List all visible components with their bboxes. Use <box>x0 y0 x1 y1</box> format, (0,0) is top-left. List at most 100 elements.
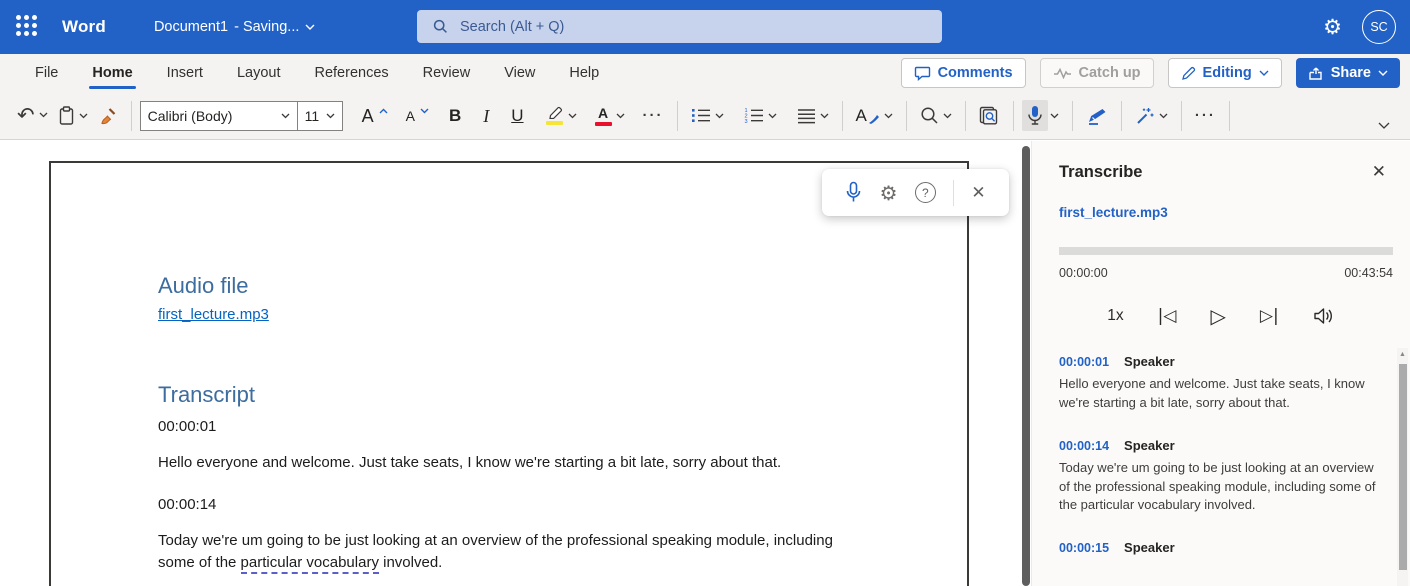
style-brush-icon <box>868 111 880 124</box>
tab-insert[interactable]: Insert <box>150 54 220 92</box>
dictate-dropdown[interactable] <box>1048 108 1064 124</box>
font-name-select[interactable]: Calibri (Body) <box>140 101 298 131</box>
tab-help[interactable]: Help <box>552 54 616 92</box>
underline-button[interactable]: U <box>506 102 528 129</box>
app-launcher-icon[interactable] <box>16 15 40 39</box>
document-canvas: Audio file first_lecture.mp3 Transcript … <box>0 141 1022 586</box>
tab-references[interactable]: References <box>297 54 405 92</box>
magic-wand-icon <box>1135 106 1155 126</box>
document-name: Document1 <box>154 19 228 35</box>
highlighter-icon <box>546 106 564 125</box>
entry-timestamp[interactable]: 00:00:01 <box>1059 355 1109 369</box>
comments-button[interactable]: Comments <box>901 58 1026 88</box>
dictation-help-button[interactable]: ? <box>915 182 936 203</box>
search-bar[interactable] <box>417 10 942 43</box>
settings-gear-icon[interactable]: ⚙ <box>1323 17 1342 38</box>
navigation-search-button[interactable] <box>974 101 1005 131</box>
chevron-down-icon <box>39 112 48 118</box>
chevron-down-icon <box>820 113 829 119</box>
tab-review[interactable]: Review <box>406 54 488 92</box>
tab-home[interactable]: Home <box>75 54 149 92</box>
playback-controls: 1x |◁ ▷ ▷| <box>1032 304 1410 328</box>
dictate-mic-button[interactable] <box>845 181 862 204</box>
doc-paragraph: Hello everyone and welcome. Just take se… <box>158 452 855 474</box>
entry-text: Hello everyone and welcome. Just take se… <box>1059 375 1381 413</box>
chevron-down-icon <box>943 113 952 119</box>
paste-button[interactable] <box>53 101 93 131</box>
dictation-close-icon[interactable]: ✕ <box>971 183 985 203</box>
scrollbar-thumb[interactable] <box>1399 364 1407 570</box>
entry-speaker: Speaker <box>1124 438 1175 453</box>
find-button[interactable] <box>915 101 957 130</box>
bold-button[interactable]: B <box>444 102 466 129</box>
dictation-settings-gear-icon[interactable]: ⚙ <box>880 183 898 203</box>
tab-view[interactable]: View <box>487 54 552 92</box>
document-page[interactable]: Audio file first_lecture.mp3 Transcript … <box>49 161 969 586</box>
chevron-down-icon <box>1050 113 1059 119</box>
playback-speed-button[interactable]: 1x <box>1107 307 1123 325</box>
scrollbar-thumb[interactable] <box>1022 146 1030 586</box>
chevron-down-icon <box>1259 70 1269 76</box>
scroll-up-arrow-icon[interactable]: ▲ <box>1397 348 1408 358</box>
editor-suggestion-underline[interactable]: particular vocabulary <box>241 554 379 574</box>
editing-mode-button[interactable]: Editing <box>1168 58 1282 88</box>
app-header: Word Document1 - Saving... ⚙ SC <box>0 0 1410 54</box>
transcript-entry[interactable]: 00:00:14 Speaker Today we're um going to… <box>1059 438 1366 516</box>
pencil-icon <box>1181 66 1196 81</box>
font-color-button[interactable]: A <box>590 101 630 131</box>
chevron-down-icon <box>1159 113 1168 119</box>
entry-speaker: Speaker <box>1124 540 1175 555</box>
caret-up-icon <box>379 108 388 114</box>
search-input[interactable] <box>460 19 900 35</box>
entry-speaker: Speaker <box>1124 354 1175 369</box>
alignment-button[interactable] <box>792 103 834 129</box>
document-title-menu[interactable]: Document1 - Saving... <box>154 19 315 35</box>
chevron-down-icon <box>1378 70 1388 76</box>
chevron-down-icon <box>768 113 777 119</box>
entry-timestamp[interactable]: 00:00:14 <box>1059 439 1109 453</box>
undo-button[interactable]: ↶ <box>12 101 53 130</box>
tab-layout[interactable]: Layout <box>220 54 298 92</box>
entry-timestamp[interactable]: 00:00:15 <box>1059 541 1109 555</box>
audio-progress-bar[interactable] <box>1059 247 1393 255</box>
share-button[interactable]: Share <box>1296 58 1400 88</box>
grow-font-button[interactable]: A <box>357 102 393 130</box>
volume-icon[interactable] <box>1313 307 1335 325</box>
save-status: - Saving... <box>234 19 299 35</box>
shrink-font-button[interactable]: A <box>401 103 434 128</box>
caret-down-icon <box>420 108 429 114</box>
doc-timestamp: 00:00:14 <box>158 496 877 513</box>
comment-icon <box>914 66 931 81</box>
format-painter-button[interactable] <box>93 101 123 131</box>
panel-audio-file-link[interactable]: first_lecture.mp3 <box>1059 205 1410 220</box>
tab-file[interactable]: File <box>18 54 75 92</box>
more-font-options-button[interactable]: ··· <box>638 102 669 129</box>
collapse-ribbon-button[interactable] <box>1370 118 1398 133</box>
italic-button[interactable]: I <box>478 102 494 130</box>
doc-audio-file-link[interactable]: first_lecture.mp3 <box>158 306 269 323</box>
panel-close-icon[interactable]: ✕ <box>1372 162 1386 182</box>
styles-button[interactable]: A <box>851 102 898 129</box>
transcript-entry[interactable]: 00:00:15 Speaker <box>1059 540 1366 555</box>
dictate-button[interactable] <box>1022 100 1048 131</box>
bullet-list-button[interactable] <box>686 102 729 129</box>
transcript-scrollbar[interactable]: ▲ <box>1397 348 1408 586</box>
editor-button[interactable] <box>1081 102 1113 130</box>
chevron-down-icon <box>568 113 577 119</box>
copilot-button[interactable] <box>1130 101 1173 131</box>
avatar[interactable]: SC <box>1362 10 1396 44</box>
transcript-entry[interactable]: 00:00:01 Speaker Hello everyone and welc… <box>1059 354 1366 413</box>
numbered-list-icon: 123 <box>744 107 764 124</box>
numbered-list-button[interactable]: 123 <box>739 102 782 129</box>
editor-pen-icon <box>1086 107 1108 125</box>
more-commands-button[interactable]: ··· <box>1190 102 1221 129</box>
clipboard-icon <box>58 106 75 126</box>
elapsed-time: 00:00:00 <box>1059 266 1108 280</box>
text-highlight-button[interactable] <box>541 101 582 130</box>
play-icon[interactable]: ▷ <box>1210 304 1225 328</box>
skip-back-icon[interactable]: |◁ <box>1158 306 1177 326</box>
skip-forward-icon[interactable]: ▷| <box>1260 306 1279 326</box>
catch-up-button[interactable]: Catch up <box>1040 58 1154 88</box>
document-scrollbar[interactable] <box>1022 146 1030 586</box>
font-size-select[interactable]: 11 <box>297 101 343 131</box>
